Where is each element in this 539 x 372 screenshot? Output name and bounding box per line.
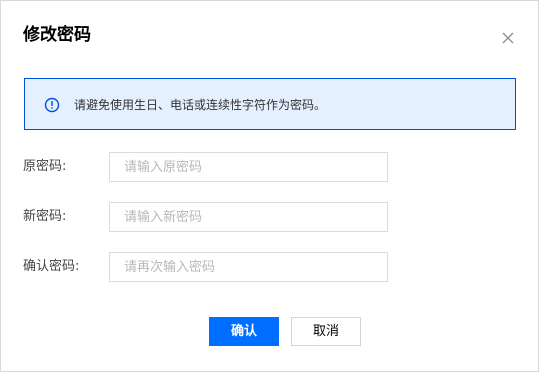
old-password-label: 原密码: [23,159,67,174]
dialog-title: 修改密码 [23,25,91,45]
password-notice: 请避免使用生日、电话或连续性字符作为密码。 [24,78,516,130]
confirm-button[interactable]: 确认 [209,317,279,346]
change-password-dialog: 修改密码 请避免使用生日、电话或连续性字符作为密码。 原密码: 新密码: 确认密… [0,0,539,372]
confirm-password-input[interactable] [109,252,388,282]
confirm-password-label: 确认密码: [23,259,80,274]
new-password-input[interactable] [109,202,388,232]
cancel-button[interactable]: 取消 [291,317,361,346]
old-password-input[interactable] [109,152,388,182]
notice-text: 请避免使用生日、电话或连续性字符作为密码。 [74,98,327,112]
info-icon [44,97,60,113]
close-icon[interactable] [500,30,516,46]
new-password-label: 新密码: [23,209,67,224]
